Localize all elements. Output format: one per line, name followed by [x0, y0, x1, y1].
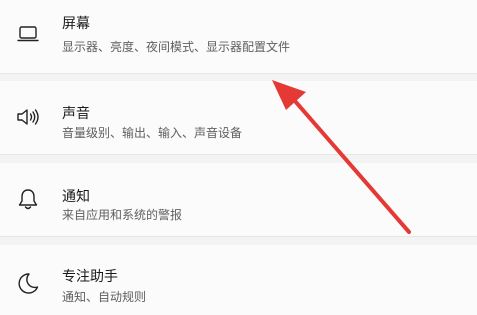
- settings-item-sound[interactable]: 声音 音量级别、输出、输入、声音设备: [0, 81, 477, 155]
- settings-item-subtitle: 来自应用和系统的警报: [62, 208, 183, 222]
- settings-item-title: 屏幕: [62, 16, 90, 32]
- monitor-icon: [14, 19, 42, 47]
- settings-item-display[interactable]: 屏幕 显示器、亮度、夜间模式、显示器配置文件: [0, 0, 477, 74]
- bell-icon: [14, 185, 42, 213]
- settings-item-notifications[interactable]: 通知 来自应用和系统的警报: [0, 163, 477, 237]
- settings-item-subtitle: 显示器、亮度、夜间模式、显示器配置文件: [62, 40, 291, 54]
- settings-item-title: 通知: [62, 189, 90, 205]
- settings-item-title: 声音: [62, 106, 90, 122]
- settings-item-title: 专注助手: [62, 269, 118, 285]
- settings-list: 屏幕 显示器、亮度、夜间模式、显示器配置文件 声音 音量级别、输出、输入、声音设…: [0, 0, 477, 315]
- settings-item-subtitle: 音量级别、输出、输入、声音设备: [62, 126, 243, 140]
- settings-item-subtitle: 通知、自动规则: [62, 290, 147, 304]
- settings-item-focus-assist[interactable]: 专注助手 通知、自动规则: [0, 245, 477, 315]
- speaker-icon: [14, 103, 42, 131]
- moon-icon: [14, 269, 42, 297]
